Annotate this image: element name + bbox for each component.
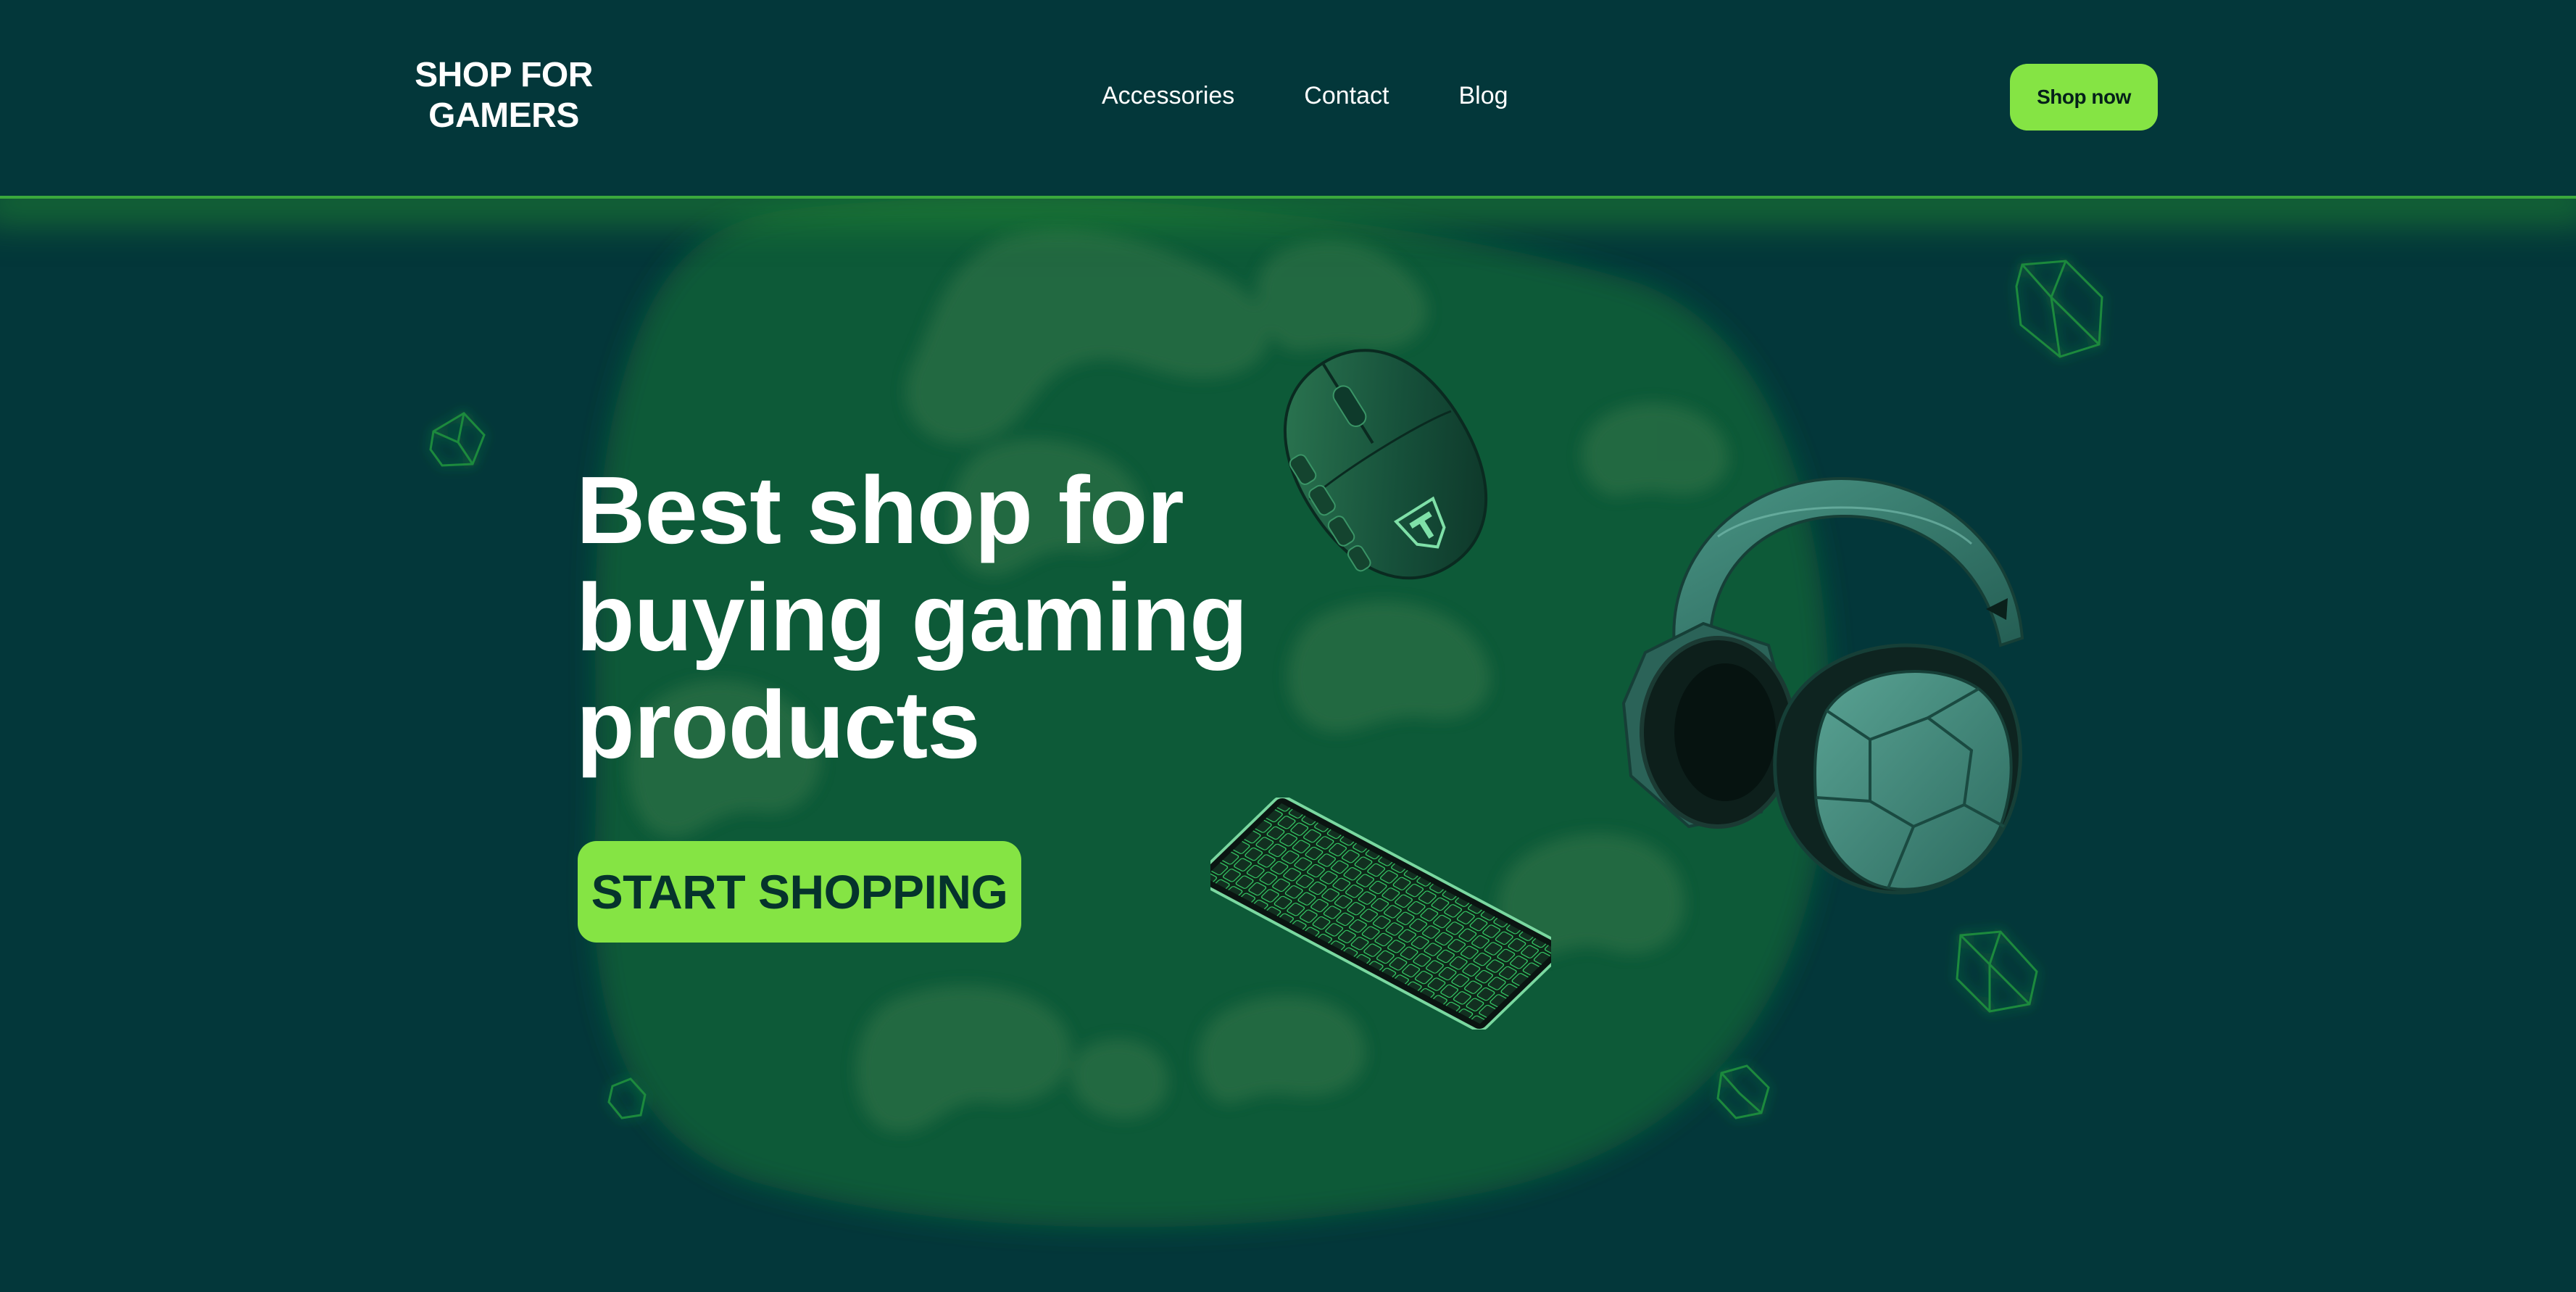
gem-bottom-center: [1716, 1064, 1770, 1119]
site-header: SHOP FOR GAMERS Accessories Contact Blog…: [0, 0, 2576, 196]
hero-section: Best shop for buying gaming products STA…: [0, 196, 2576, 1292]
gaming-headphones-image: [1621, 476, 2024, 895]
logo-line-2: GAMERS: [428, 96, 579, 135]
hero-headline-line-3: products: [576, 671, 981, 778]
hero-headline-line-1: Best shop for: [576, 457, 1184, 563]
hero-headline-line-2: buying gaming: [576, 564, 1248, 671]
hero-headline: Best shop for buying gaming products: [576, 457, 1301, 779]
nav-link-accessories[interactable]: Accessories: [1102, 78, 1234, 113]
gem-left: [429, 412, 486, 467]
logo-line-1: SHOP FOR: [415, 56, 593, 94]
shop-now-button[interactable]: Shop now: [2010, 64, 2158, 131]
site-logo[interactable]: SHOP FOR GAMERS: [406, 55, 602, 136]
landing-page: SHOP FOR GAMERS Accessories Contact Blog…: [0, 0, 2576, 1292]
nav-link-contact[interactable]: Contact: [1304, 78, 1389, 113]
main-nav: Accessories Contact Blog: [1102, 78, 1508, 113]
gem-bottom-right: [1956, 930, 2038, 1013]
gaming-keyboard-image: [1210, 798, 1551, 1030]
nav-link-blog[interactable]: Blog: [1458, 78, 1508, 113]
start-shopping-button[interactable]: START SHOPPING: [578, 841, 1021, 943]
gem-top-right: [2015, 260, 2103, 358]
